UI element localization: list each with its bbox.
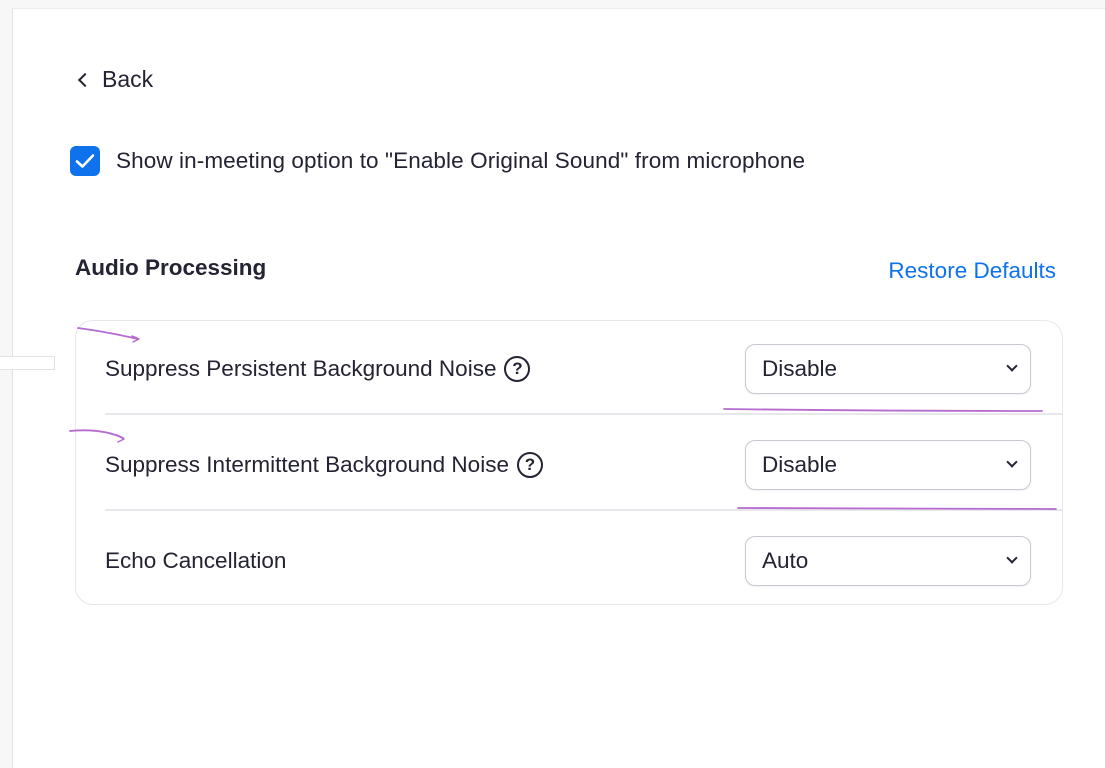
help-icon[interactable]: ? bbox=[516, 451, 543, 478]
persistent-noise-select[interactable]: Disable bbox=[745, 343, 1031, 394]
back-label: Back bbox=[102, 66, 154, 92]
persistent-noise-row: Suppress Persistent Background Noise ? D… bbox=[105, 321, 1033, 416]
audio-processing-title: Audio Processing bbox=[75, 255, 267, 280]
help-icon[interactable]: ? bbox=[504, 355, 531, 382]
intermittent-noise-select[interactable]: Disable bbox=[745, 439, 1031, 490]
intermittent-noise-label: Suppress Intermittent Background Noise bbox=[105, 451, 509, 477]
original-sound-option: Show in-meeting option to "Enable Origin… bbox=[70, 146, 805, 176]
select-value: Disable bbox=[762, 451, 838, 477]
divider bbox=[105, 413, 1062, 415]
sidebar-edge bbox=[0, 356, 55, 370]
audio-processing-panel: Suppress Persistent Background Noise ? D… bbox=[75, 320, 1063, 605]
divider bbox=[105, 509, 1062, 511]
echo-cancellation-label: Echo Cancellation bbox=[105, 547, 287, 573]
persistent-noise-label: Suppress Persistent Background Noise bbox=[105, 355, 497, 381]
chevron-down-icon bbox=[1006, 552, 1018, 564]
echo-cancellation-row: Echo Cancellation Auto bbox=[105, 513, 1033, 608]
select-value: Auto bbox=[762, 547, 809, 573]
intermittent-noise-row: Suppress Intermittent Background Noise ?… bbox=[105, 417, 1033, 512]
chevron-down-icon bbox=[1006, 456, 1018, 468]
echo-cancellation-select[interactable]: Auto bbox=[745, 535, 1031, 586]
select-value: Disable bbox=[762, 355, 838, 381]
checkmark-icon bbox=[75, 154, 95, 168]
original-sound-checkbox[interactable] bbox=[70, 146, 100, 176]
chevron-down-icon bbox=[1006, 360, 1018, 372]
original-sound-label: Show in-meeting option to "Enable Origin… bbox=[116, 148, 806, 173]
chevron-left-icon bbox=[77, 72, 93, 87]
back-button[interactable]: Back bbox=[76, 66, 153, 93]
restore-defaults-link[interactable]: Restore Defaults bbox=[888, 258, 1056, 284]
